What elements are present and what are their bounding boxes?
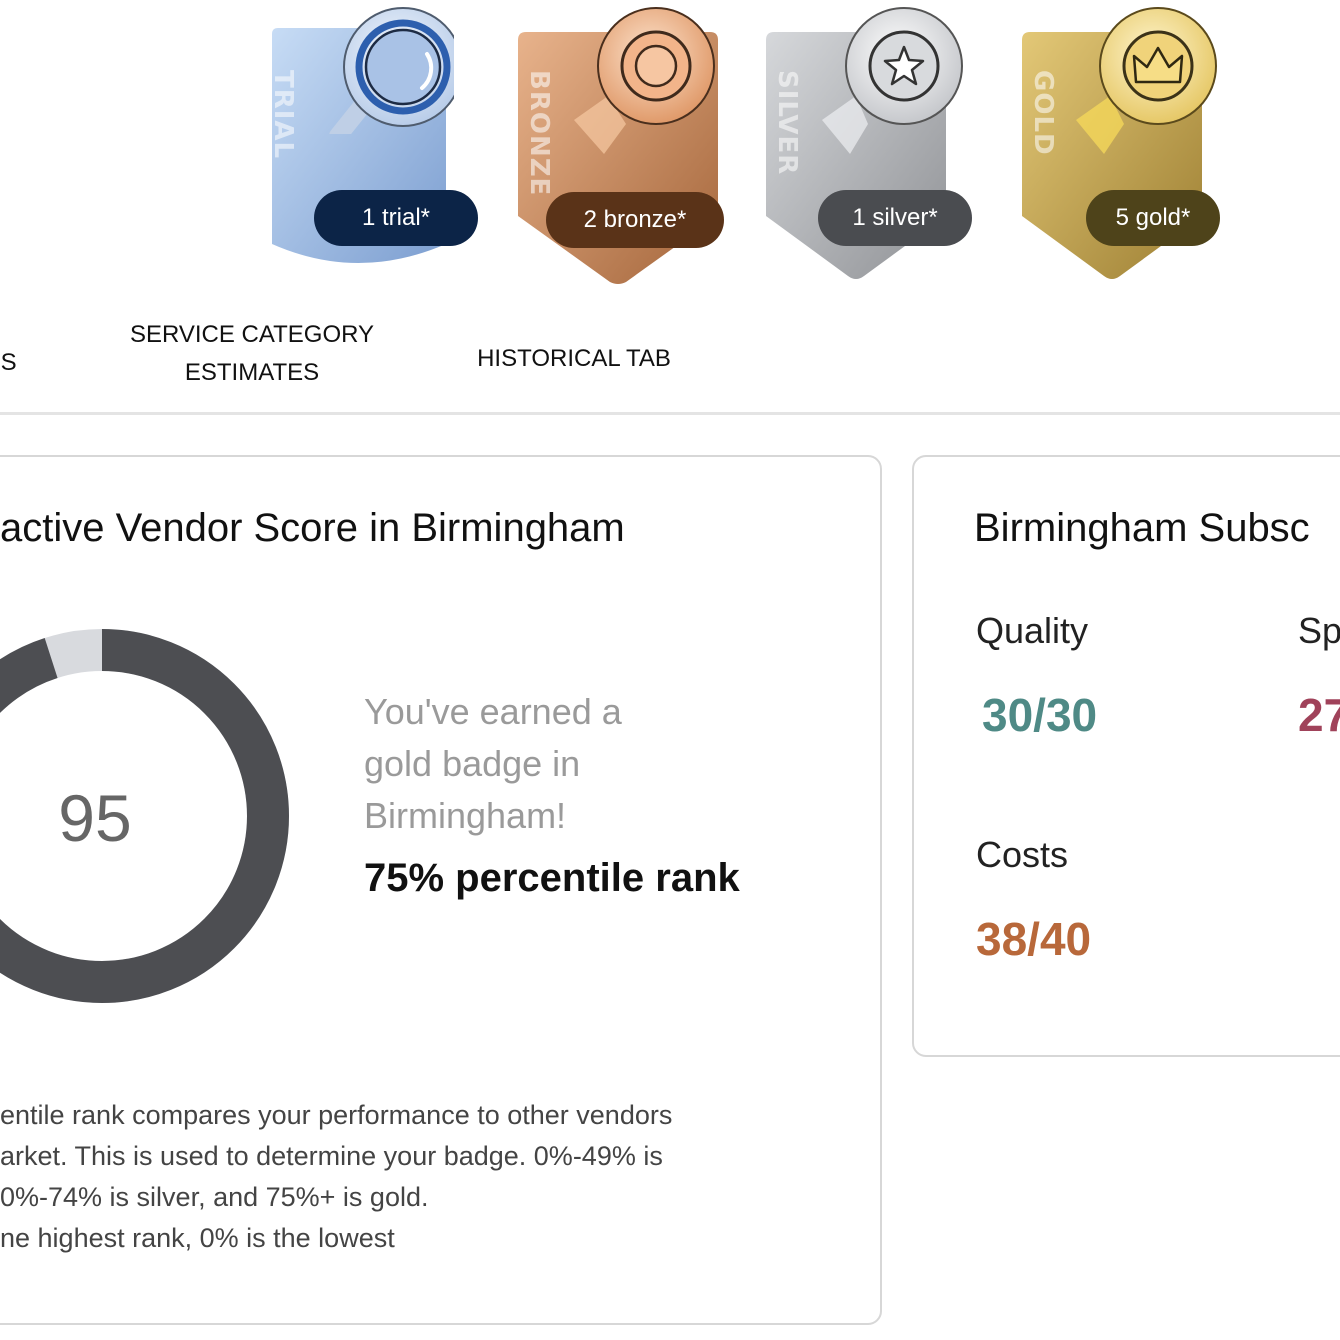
badge-earned-message: You've earned a gold badge in Birmingham… bbox=[364, 691, 622, 836]
tab-divider bbox=[0, 412, 1340, 415]
note-line: arket. This is used to determine your ba… bbox=[0, 1141, 663, 1171]
star-medal-icon bbox=[845, 7, 963, 125]
badge-trial[interactable]: TRIAL 1 trial* bbox=[258, 0, 480, 275]
badge-count-pill: 1 silver* bbox=[818, 190, 972, 246]
note-line: 0%-74% is silver, and 75%+ is gold. bbox=[0, 1182, 429, 1212]
badge-bronze[interactable]: BRONZE 2 bronze* bbox=[516, 0, 728, 285]
metric-label-sp: Sp bbox=[1298, 610, 1340, 651]
badge-count-pill: 5 gold* bbox=[1086, 190, 1220, 246]
vendor-score-title: active Vendor Score in Birmingham bbox=[0, 506, 625, 550]
badge-gold[interactable]: GOLD 5 gold* bbox=[1020, 0, 1232, 285]
metric-value-sp: 27 bbox=[1298, 689, 1340, 741]
tab-service-category-estimates[interactable]: SERVICE CATEGORY ESTIMATES bbox=[118, 316, 386, 392]
badge-side-label: TRIAL bbox=[268, 70, 298, 160]
metric-value-quality: 30/30 bbox=[982, 689, 1098, 741]
badge-count-pill: 1 trial* bbox=[314, 190, 478, 246]
badge-silver[interactable]: SILVER 1 silver* bbox=[764, 0, 976, 285]
note-line: entile rank compares your performance to… bbox=[0, 1100, 673, 1130]
tab-historical[interactable]: HISTORICAL TAB bbox=[462, 340, 686, 378]
metric-label-costs: Costs bbox=[976, 834, 1069, 875]
metric-label-quality: Quality bbox=[976, 610, 1089, 651]
crown-medal-icon bbox=[1099, 7, 1217, 125]
badge-side-label: SILVER bbox=[772, 70, 802, 176]
score-value: 95 bbox=[58, 781, 132, 855]
tab-ds[interactable]: DS bbox=[0, 344, 40, 382]
subscore-title: Birmingham Subsc bbox=[974, 506, 1310, 550]
badge-count-pill: 2 bronze* bbox=[546, 192, 724, 248]
note-line: ne highest rank, 0% is the lowest bbox=[0, 1223, 395, 1253]
metric-value-costs: 38/40 bbox=[976, 913, 1092, 965]
magnifier-icon bbox=[329, 7, 454, 134]
percentile-rank: 75% percentile rank bbox=[364, 856, 740, 900]
bronze-medal-icon bbox=[597, 7, 715, 125]
badge-side-label: BRONZE bbox=[524, 70, 554, 197]
badge-side-label: GOLD bbox=[1028, 70, 1058, 156]
